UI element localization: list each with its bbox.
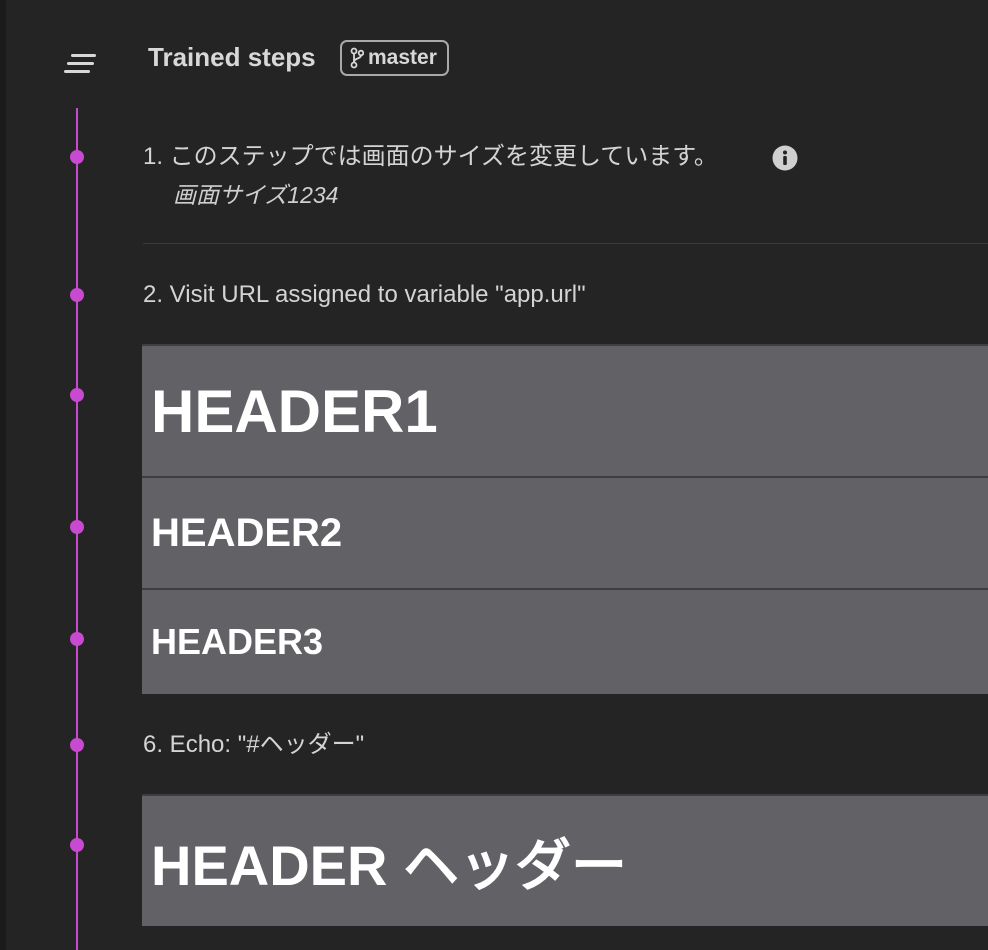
left-edge-strip bbox=[0, 0, 6, 950]
header-3-text: HEADER3 bbox=[151, 621, 324, 662]
timeline-dot bbox=[70, 520, 84, 534]
header-element-3[interactable]: HEADER3 bbox=[142, 588, 988, 694]
branch-name: master bbox=[368, 46, 437, 69]
header-element-1[interactable]: HEADER1 bbox=[142, 344, 988, 476]
header-2-text: HEADER2 bbox=[151, 510, 343, 555]
step-divider bbox=[143, 243, 988, 244]
timeline-dot bbox=[70, 288, 84, 302]
header-4-text: HEADER ヘッダー bbox=[151, 833, 628, 897]
info-icon[interactable] bbox=[772, 145, 798, 171]
step-1-text[interactable]: 1. このステップでは画面のサイズを変更しています。 bbox=[143, 142, 718, 172]
timeline-dot bbox=[70, 838, 84, 852]
header-element-2[interactable]: HEADER2 bbox=[142, 476, 988, 588]
timeline-dot bbox=[70, 632, 84, 646]
menu-lines-icon[interactable] bbox=[62, 52, 98, 76]
branch-badge[interactable]: master bbox=[340, 40, 449, 76]
timeline-dot bbox=[70, 388, 84, 402]
step-6-text[interactable]: 6. Echo: "#ヘッダー" bbox=[143, 730, 364, 760]
step-2-text[interactable]: 2. Visit URL assigned to variable "app.u… bbox=[143, 280, 586, 310]
panel-title: Trained steps bbox=[148, 42, 316, 72]
git-branch-icon bbox=[350, 47, 364, 69]
header-1-text: HEADER1 bbox=[151, 377, 438, 445]
step-1-subtext: 画面サイズ1234 bbox=[173, 182, 339, 208]
header-element-4[interactable]: HEADER ヘッダー bbox=[142, 794, 988, 926]
timeline-dot bbox=[70, 150, 84, 164]
timeline-dot bbox=[70, 738, 84, 752]
